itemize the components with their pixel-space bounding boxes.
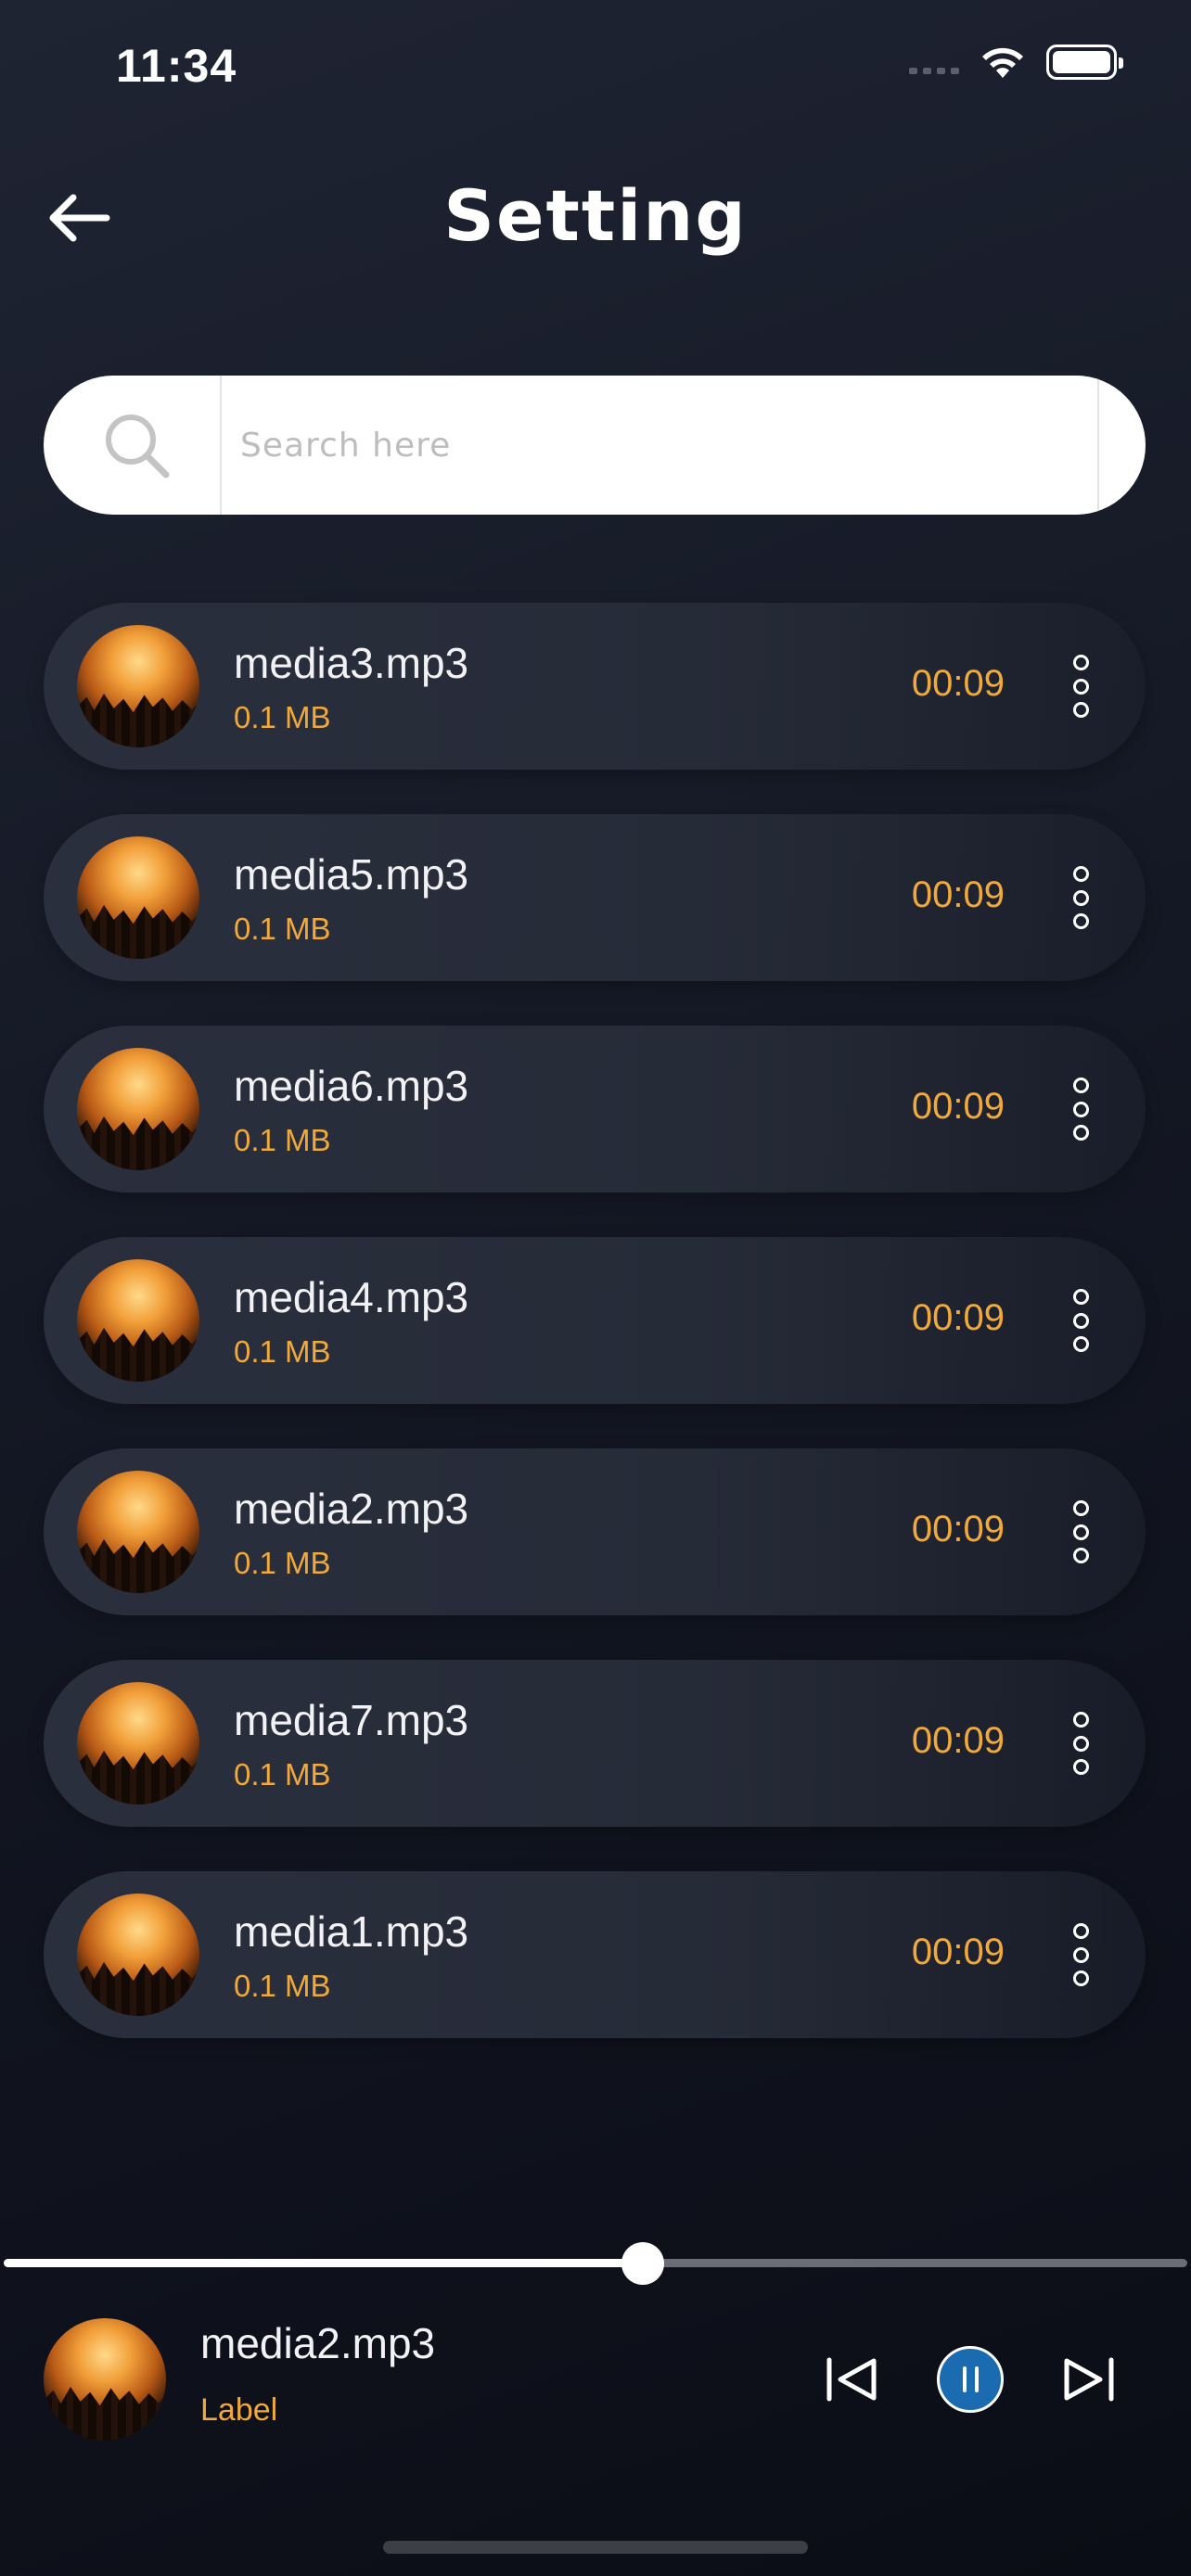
media-size: 0.1 MB	[234, 1123, 331, 1157]
media-duration: 00:09	[911, 1509, 1005, 1549]
media-artwork	[77, 1048, 199, 1170]
media-artwork	[77, 836, 199, 959]
pause-icon-bar-right	[974, 2366, 979, 2392]
more-options-button[interactable]	[1062, 1283, 1099, 1358]
home-indicator[interactable]	[383, 2541, 808, 2554]
more-vertical-icon-dot	[1072, 1078, 1089, 1093]
media-list-item[interactable]: media7.mp3 0.1 MB 00:09	[44, 1660, 1146, 1827]
page-title: Setting	[443, 174, 748, 257]
more-vertical-icon-dot	[1072, 1759, 1089, 1775]
more-vertical-icon-dot	[1072, 1312, 1089, 1329]
media-duration: 00:09	[911, 1720, 1005, 1761]
previous-button[interactable]	[819, 2346, 886, 2413]
media-duration: 00:09	[911, 1086, 1005, 1127]
pause-icon-bar-left	[962, 2366, 967, 2392]
more-vertical-icon-dot	[1072, 1101, 1089, 1117]
media-name: media1.mp3	[234, 1907, 469, 1956]
media-artwork	[77, 1894, 199, 2016]
media-size: 0.1 MB	[234, 1757, 331, 1792]
more-options-button[interactable]	[1062, 861, 1099, 935]
media-name: media5.mp3	[234, 850, 469, 899]
cellular-signal-icon	[909, 46, 959, 78]
more-vertical-icon-dot	[1072, 1289, 1089, 1305]
media-duration: 00:09	[911, 1297, 1005, 1338]
media-size: 0.1 MB	[234, 700, 331, 734]
media-size: 0.1 MB	[234, 912, 331, 946]
more-vertical-icon-dot	[1072, 702, 1089, 718]
now-playing-bar[interactable]: media2.mp3 Label	[0, 2290, 1191, 2476]
more-options-button[interactable]	[1062, 649, 1099, 723]
media-list: media3.mp3 0.1 MB 00:09 media5.mp3 0.1 MB 00:…	[44, 603, 1146, 2083]
search-input[interactable]	[220, 376, 1099, 515]
header: Setting	[0, 158, 1191, 269]
now-playing-title: media2.mp3	[200, 2319, 436, 2367]
next-button[interactable]	[1055, 2346, 1121, 2413]
media-artwork	[77, 1682, 199, 1804]
more-options-button[interactable]	[1062, 1706, 1099, 1780]
media-size: 0.1 MB	[234, 1546, 331, 1580]
more-vertical-icon-dot	[1072, 1712, 1089, 1728]
media-list-item[interactable]: media6.mp3 0.1 MB 00:09	[44, 1026, 1146, 1192]
more-vertical-icon-dot	[1072, 1946, 1089, 1963]
more-vertical-icon-dot	[1072, 866, 1089, 882]
more-vertical-icon-dot	[1072, 889, 1089, 906]
search-icon	[106, 414, 170, 478]
more-vertical-icon-dot	[1072, 1970, 1089, 1986]
more-vertical-icon-dot	[1072, 1524, 1089, 1540]
more-options-button[interactable]	[1062, 1072, 1099, 1146]
playback-progress-slider[interactable]	[0, 2242, 1191, 2285]
skip-previous-icon	[826, 2357, 877, 2402]
media-name: media4.mp3	[234, 1273, 469, 1321]
more-vertical-icon-dot	[1072, 1923, 1089, 1939]
more-vertical-icon-dot	[1072, 1500, 1089, 1516]
more-vertical-icon-dot	[1072, 655, 1089, 670]
media-name: media6.mp3	[234, 1062, 469, 1110]
now-playing-label: Label	[200, 2392, 278, 2428]
wifi-icon	[982, 47, 1023, 78]
search-bar	[44, 376, 1146, 515]
battery-icon	[1046, 45, 1123, 80]
media-duration: 00:09	[911, 1932, 1005, 1972]
more-options-button[interactable]	[1062, 1495, 1099, 1569]
more-vertical-icon-dot	[1072, 1125, 1089, 1141]
more-vertical-icon-dot	[1072, 1735, 1089, 1752]
media-list-item[interactable]: media5.mp3 0.1 MB 00:09	[44, 814, 1146, 981]
skip-next-icon	[1064, 2357, 1114, 2402]
media-artwork	[77, 1471, 199, 1593]
media-name: media7.mp3	[234, 1696, 469, 1744]
media-list-item[interactable]: media3.mp3 0.1 MB 00:09	[44, 603, 1146, 770]
search-button[interactable]	[99, 408, 183, 482]
media-size: 0.1 MB	[234, 1334, 331, 1369]
player-controls	[819, 2346, 1121, 2413]
media-artwork	[77, 1259, 199, 1382]
media-list-item[interactable]: media1.mp3 0.1 MB 00:09	[44, 1871, 1146, 2038]
media-list-item[interactable]: media2.mp3 0.1 MB 00:09	[44, 1448, 1146, 1615]
media-list-item[interactable]: media4.mp3 0.1 MB 00:09	[44, 1237, 1146, 1404]
media-duration: 00:09	[911, 874, 1005, 915]
now-playing-artwork	[44, 2318, 166, 2441]
media-duration: 00:09	[911, 663, 1005, 704]
status-icons	[909, 45, 1123, 80]
more-vertical-icon-dot	[1072, 678, 1089, 695]
media-size: 0.1 MB	[234, 1969, 331, 2003]
more-options-button[interactable]	[1062, 1918, 1099, 1992]
media-artwork	[77, 625, 199, 747]
progress-played	[4, 2259, 644, 2267]
status-bar: 11:34	[0, 0, 1191, 134]
more-vertical-icon-dot	[1072, 1548, 1089, 1563]
status-time: 11:34	[116, 40, 237, 92]
pause-button[interactable]	[937, 2346, 1004, 2413]
media-name: media3.mp3	[234, 639, 469, 687]
media-name: media2.mp3	[234, 1485, 469, 1533]
progress-handle[interactable]	[621, 2242, 665, 2285]
more-vertical-icon-dot	[1072, 1336, 1089, 1352]
more-vertical-icon-dot	[1072, 913, 1089, 929]
